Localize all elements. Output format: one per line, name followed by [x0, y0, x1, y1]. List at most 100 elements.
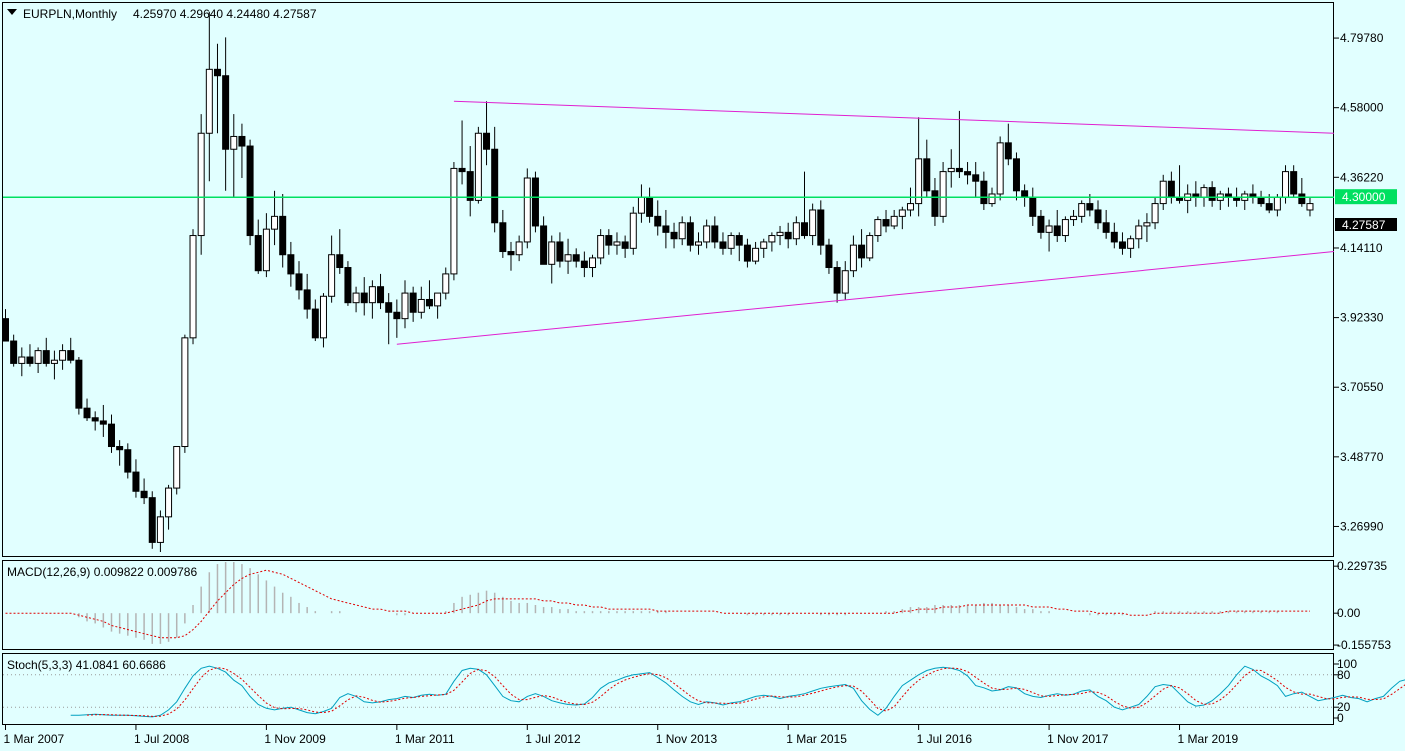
- candle-body: [116, 446, 124, 451]
- candle-body: [83, 407, 91, 419]
- candle-body: [1004, 142, 1012, 160]
- candle-body: [1086, 203, 1094, 211]
- candle-body: [1045, 225, 1053, 233]
- candle-body: [67, 350, 75, 361]
- candle-body: [980, 180, 988, 205]
- candle-body: [254, 235, 262, 272]
- candle-body: [205, 68, 213, 134]
- candle-body: [1078, 203, 1086, 217]
- candle-body: [148, 497, 156, 543]
- triangle-down-icon[interactable]: [7, 9, 17, 15]
- candle-body: [939, 171, 947, 217]
- time-tick-label: 1 Nov 2017: [1047, 732, 1109, 746]
- candle-body: [368, 286, 376, 304]
- candle-body: [1110, 231, 1118, 243]
- candle-body: [654, 215, 662, 227]
- ohlc-values: 4.25970 4.29640 4.24480 4.27587: [133, 7, 317, 21]
- candle-body: [1273, 196, 1281, 211]
- candle-body: [279, 215, 287, 256]
- candle-body: [173, 446, 181, 489]
- candle-body: [1208, 187, 1216, 201]
- candle-body: [499, 222, 507, 253]
- candle-body: [1159, 180, 1167, 205]
- candle-body: [474, 132, 482, 201]
- candle-body: [1127, 238, 1135, 249]
- price-tick-label: 3.48770: [1340, 450, 1384, 464]
- candle-body: [352, 292, 360, 304]
- candle-body: [1298, 193, 1306, 205]
- candle-body: [222, 75, 230, 150]
- candle-body: [613, 241, 621, 246]
- macd-tick-label: -0.155753: [1337, 638, 1391, 652]
- candle-body: [996, 142, 1004, 195]
- candle-body: [564, 254, 572, 262]
- candle-body: [26, 356, 34, 364]
- price-tick-label: 4.36220: [1340, 170, 1384, 184]
- price-tick-label: 4.58000: [1340, 101, 1384, 115]
- candle-body: [695, 241, 703, 246]
- candle-body: [629, 212, 637, 249]
- candle-body: [817, 209, 825, 246]
- chart-root: 4.79780 4.58000 4.36220 4.14110 3.92330 3.705…: [2, 2, 1405, 746]
- candle-body: [197, 132, 205, 237]
- candle-body: [906, 203, 914, 211]
- candle-body: [621, 241, 629, 249]
- time-tick-label: 1 Mar 2019: [1178, 732, 1239, 746]
- candle-body: [1070, 215, 1078, 221]
- candle-body: [1290, 171, 1298, 195]
- candle-body: [947, 167, 955, 173]
- candle-body: [34, 350, 42, 364]
- candle-body: [858, 244, 866, 259]
- candle-body: [809, 209, 817, 237]
- candle-body: [2, 318, 9, 342]
- candle-body: [1265, 203, 1273, 211]
- candle-body: [165, 487, 173, 518]
- candle-body: [548, 241, 556, 265]
- candle-body: [50, 359, 58, 364]
- time-tick-label: 1 Nov 2009: [264, 732, 326, 746]
- candle-body: [686, 222, 694, 246]
- candle-body: [768, 235, 776, 243]
- candle-body: [10, 340, 18, 364]
- candle-body: [589, 257, 597, 269]
- price-tag-secondary: 4.27587: [1342, 218, 1386, 232]
- price-tick-label: 4.79780: [1340, 31, 1384, 45]
- candle-body: [344, 267, 352, 304]
- candle-body: [597, 235, 605, 259]
- candle-body: [727, 235, 735, 249]
- candle-body: [59, 350, 67, 361]
- stoch-tick-label: 0: [1337, 711, 1344, 725]
- time-tick-label: 1 Jul 2012: [525, 732, 581, 746]
- candle-body: [483, 132, 491, 150]
- candle-body: [1306, 203, 1314, 211]
- candle-body: [719, 241, 727, 249]
- macd-tick-label: 0.229735: [1337, 559, 1387, 573]
- main-panel: 4.79780 4.58000 4.36220 4.14110 3.92330 3.705…: [2, 7, 1397, 553]
- candle-body: [409, 292, 417, 313]
- candle-body: [262, 228, 270, 272]
- candle-body: [1021, 190, 1029, 198]
- candle-body: [189, 235, 197, 339]
- candle-body: [849, 244, 857, 272]
- price-tick-label: 3.70550: [1340, 380, 1384, 394]
- candle-body: [882, 219, 890, 227]
- stoch-tick-label: 80: [1337, 668, 1351, 682]
- candle-body: [1118, 241, 1126, 249]
- candle-body: [1167, 180, 1175, 198]
- candle-body: [540, 225, 548, 265]
- candle-body: [458, 167, 466, 173]
- candle-body: [898, 209, 906, 217]
- candle-body: [752, 247, 760, 262]
- candle-body: [841, 270, 849, 294]
- candle-body: [156, 516, 164, 543]
- candle-body: [833, 267, 841, 294]
- candle-body: [75, 359, 83, 409]
- candle-body: [401, 292, 409, 320]
- candle-body: [972, 174, 980, 182]
- candle-body: [964, 171, 972, 176]
- price-axis: 4.79780 4.58000 4.36220 4.14110 3.92330 3.705…: [1334, 31, 1384, 533]
- macd-title: MACD(12,26,9) 0.009822 0.009786: [7, 565, 197, 579]
- candles-layer: [2, 11, 1314, 553]
- candle-body: [890, 215, 898, 227]
- candle-body: [711, 225, 719, 243]
